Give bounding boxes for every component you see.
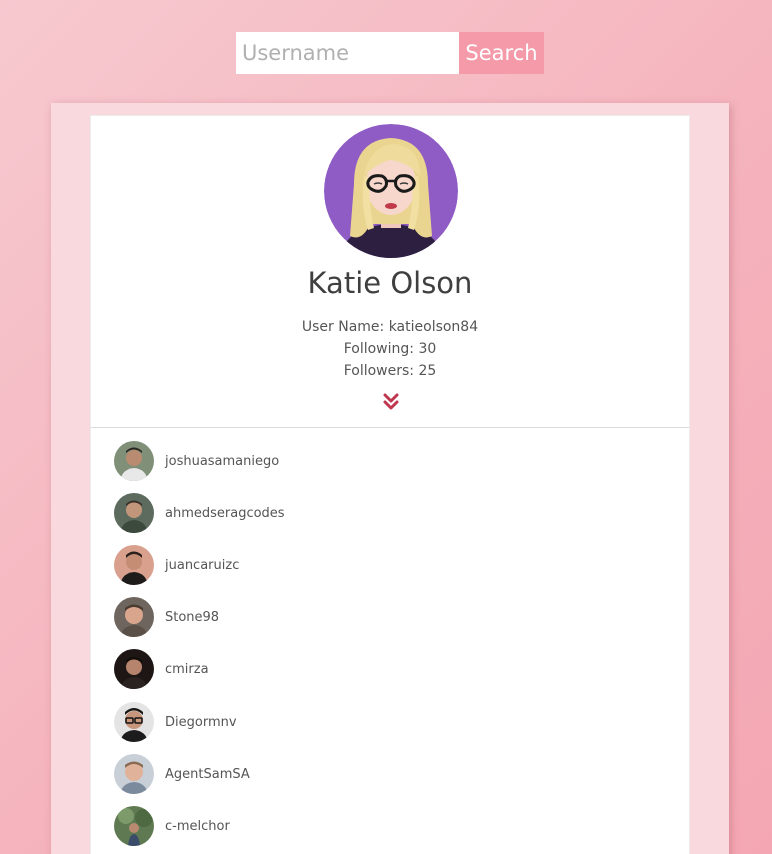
follower-item[interactable]: AgentSamSA <box>114 753 250 795</box>
profile-card-container: Katie Olson User Name: katieolson84 Foll… <box>51 103 729 854</box>
follower-avatar <box>114 493 154 533</box>
follower-username: AgentSamSA <box>165 766 250 782</box>
follower-username: juancaruizc <box>165 557 240 573</box>
follower-username: cmirza <box>165 661 209 677</box>
profile-followers-count: Followers: 25 <box>343 363 437 379</box>
follower-username: joshuasamaniego <box>165 453 280 469</box>
profile-following-count: Following: 30 <box>343 341 437 357</box>
profile-header: Katie Olson User Name: katieolson84 Foll… <box>91 116 689 428</box>
follower-item[interactable]: ahmedseragcodes <box>114 492 285 534</box>
search-bar: Search <box>236 32 544 74</box>
follower-avatar <box>114 597 154 637</box>
follower-avatar <box>114 441 154 481</box>
follower-avatar <box>114 649 154 689</box>
follower-avatar <box>114 806 154 846</box>
follower-username: Diegormnv <box>165 714 237 730</box>
profile-name: Katie Olson <box>307 266 473 300</box>
follower-username: ahmedseragcodes <box>165 505 285 521</box>
username-search-input[interactable] <box>236 32 459 74</box>
avatar-illustration <box>324 124 458 258</box>
double-chevron-down-icon[interactable] <box>382 392 400 412</box>
profile-avatar <box>324 124 458 258</box>
follower-avatar <box>114 702 154 742</box>
profile-card: Katie Olson User Name: katieolson84 Foll… <box>90 115 690 854</box>
follower-avatar <box>114 754 154 794</box>
follower-username: c-melchor <box>165 818 230 834</box>
follower-item[interactable]: cmirza <box>114 648 209 690</box>
follower-item[interactable]: Diegormnv <box>114 701 237 743</box>
profile-username: User Name: katieolson84 <box>301 319 479 335</box>
follower-item[interactable]: juancaruizc <box>114 544 239 586</box>
follower-avatar <box>114 545 154 585</box>
search-button[interactable]: Search <box>459 32 544 74</box>
follower-item[interactable]: joshuasamaniego <box>114 440 279 482</box>
follower-item[interactable]: Stone98 <box>114 596 219 638</box>
follower-username: Stone98 <box>165 609 220 625</box>
follower-item[interactable]: c-melchor <box>114 805 230 847</box>
